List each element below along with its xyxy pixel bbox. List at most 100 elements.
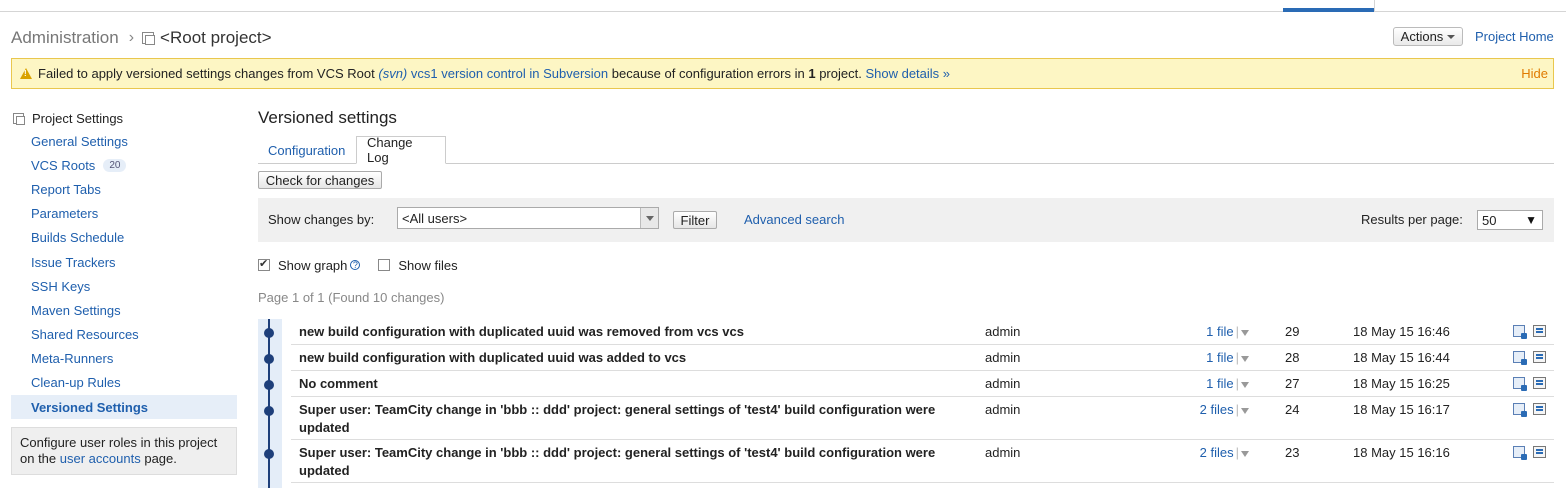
files-count[interactable]: 1 file bbox=[1206, 324, 1233, 339]
sidebar-item-vcs-roots[interactable]: VCS Roots 20 bbox=[11, 153, 237, 177]
show-details-link[interactable]: Show details » bbox=[865, 66, 950, 81]
change-description[interactable]: No comment bbox=[299, 375, 959, 393]
sidebar-item-cleanup-rules[interactable]: Clean-up Rules bbox=[11, 371, 237, 395]
top-nav-tab[interactable] bbox=[1374, 0, 1566, 12]
files-dropdown-icon[interactable] bbox=[1241, 407, 1249, 414]
download-settings-icon[interactable] bbox=[1513, 377, 1527, 391]
change-files[interactable]: 1 file | bbox=[1161, 376, 1249, 391]
graph-node[interactable] bbox=[264, 449, 274, 459]
view-diff-icon[interactable] bbox=[1533, 377, 1546, 389]
files-count[interactable]: 1 file bbox=[1206, 376, 1233, 391]
sidebar-item-label: Maven Settings bbox=[31, 302, 121, 318]
top-nav-active-tab[interactable] bbox=[1283, 8, 1374, 12]
help-icon[interactable]: ? bbox=[350, 260, 361, 270]
change-description[interactable]: new build configuration with duplicated … bbox=[299, 349, 959, 367]
user-accounts-link[interactable]: user accounts bbox=[60, 451, 141, 466]
graph-line bbox=[268, 319, 270, 488]
change-files[interactable]: 1 file | bbox=[1161, 324, 1249, 339]
change-description[interactable]: Super user: TeamCity change in 'bbb :: d… bbox=[299, 444, 959, 480]
sidebar-item-label: SSH Keys bbox=[31, 278, 91, 294]
sidebar-item-parameters[interactable]: Parameters bbox=[11, 202, 237, 226]
download-settings-icon[interactable] bbox=[1513, 351, 1527, 365]
change-row[interactable]: new build configuration with duplicated … bbox=[291, 345, 1554, 371]
show-changes-by-label: Show changes by: bbox=[268, 212, 375, 227]
change-graph bbox=[258, 319, 282, 488]
sidebar-item-label: Parameters bbox=[31, 206, 99, 222]
download-settings-icon[interactable] bbox=[1513, 325, 1527, 339]
vcs-root-link[interactable]: vcs1 version control in Subversion bbox=[411, 66, 608, 81]
view-diff-icon[interactable] bbox=[1533, 403, 1546, 415]
sidebar-item-meta-runners[interactable]: Meta-Runners bbox=[11, 347, 237, 371]
sidebar-item-ssh-keys[interactable]: SSH Keys bbox=[11, 274, 237, 298]
dropdown-arrow-icon: ▼ bbox=[1525, 213, 1537, 227]
sidebar-item-issue-trackers[interactable]: Issue Trackers bbox=[11, 250, 237, 274]
sidebar-item-general-settings[interactable]: General Settings bbox=[11, 129, 237, 153]
sidebar-item-label: Builds Schedule bbox=[31, 230, 125, 246]
download-settings-icon[interactable] bbox=[1513, 446, 1527, 460]
project-home-link[interactable]: Project Home bbox=[1475, 29, 1554, 44]
breadcrumb-root-project[interactable]: <Root project> bbox=[160, 28, 272, 48]
hide-link[interactable]: Hide bbox=[1521, 66, 1548, 81]
actions-button[interactable]: Actions bbox=[1393, 27, 1463, 46]
view-diff-icon[interactable] bbox=[1533, 351, 1546, 363]
show-files-label: Show files bbox=[398, 257, 458, 273]
actions-label: Actions bbox=[1400, 29, 1444, 44]
advanced-search-link[interactable]: Advanced search bbox=[744, 212, 844, 227]
files-count[interactable]: 1 file bbox=[1206, 350, 1233, 365]
breadcrumb-administration[interactable]: Administration bbox=[11, 28, 119, 48]
sidebar-item-builds-schedule[interactable]: Builds Schedule bbox=[11, 226, 237, 250]
sidebar-item-report-tabs[interactable]: Report Tabs bbox=[11, 177, 237, 201]
tab-change-log[interactable]: Change Log bbox=[356, 135, 446, 165]
show-files-checkbox[interactable] bbox=[378, 259, 391, 271]
sidebar-item-label: Versioned Settings bbox=[31, 399, 149, 415]
sidebar-item-versioned-settings[interactable]: Versioned Settings bbox=[11, 395, 237, 420]
chevron-down-icon bbox=[1447, 34, 1456, 39]
change-row[interactable]: new build configuration with duplicated … bbox=[291, 319, 1554, 345]
change-user: admin bbox=[985, 402, 1021, 417]
warning-count: 1 bbox=[808, 66, 816, 81]
change-row[interactable]: Super user: TeamCity change in 'bbb :: d… bbox=[291, 397, 1554, 440]
sidebar-item-label: General Settings bbox=[31, 133, 128, 149]
files-dropdown-icon[interactable] bbox=[1241, 329, 1249, 336]
filter-button[interactable]: Filter bbox=[673, 211, 717, 229]
page-info: Page 1 of 1 (Found 10 changes) bbox=[258, 290, 445, 305]
graph-node[interactable] bbox=[264, 406, 274, 416]
files-dropdown-icon[interactable] bbox=[1241, 450, 1249, 457]
change-revision: 29 bbox=[1285, 324, 1300, 339]
files-dropdown-icon[interactable] bbox=[1241, 381, 1249, 388]
change-files[interactable]: 2 files | bbox=[1161, 402, 1249, 417]
check-for-changes-button[interactable]: Check for changes bbox=[258, 171, 382, 189]
project-icon bbox=[142, 32, 156, 45]
view-diff-icon[interactable] bbox=[1533, 446, 1546, 458]
change-files[interactable]: 2 files | bbox=[1161, 445, 1249, 460]
change-row[interactable]: Super user: TeamCity change in 'bbb :: d… bbox=[291, 440, 1554, 483]
row-actions bbox=[1513, 446, 1546, 460]
files-count[interactable]: 2 files bbox=[1200, 445, 1234, 460]
change-description[interactable]: Super user: TeamCity change in 'bbb :: d… bbox=[299, 401, 959, 437]
results-per-page-select[interactable]: 50 ▼ bbox=[1477, 210, 1543, 230]
show-graph-checkbox[interactable] bbox=[258, 257, 270, 271]
sidebar-item-label: VCS Roots bbox=[31, 157, 96, 173]
graph-node[interactable] bbox=[264, 328, 274, 338]
graph-node[interactable] bbox=[264, 380, 274, 390]
sidebar-item-maven-settings[interactable]: Maven Settings bbox=[11, 298, 237, 322]
tab-configuration[interactable]: Configuration bbox=[258, 136, 355, 164]
sidebar: Project Settings General Settings VCS Ro… bbox=[11, 107, 237, 476]
warning-banner: Failed to apply versioned settings chang… bbox=[11, 58, 1554, 89]
change-description[interactable]: new build configuration with duplicated … bbox=[299, 323, 959, 341]
change-user: admin bbox=[985, 324, 1021, 339]
graph-node[interactable] bbox=[264, 354, 274, 364]
change-row[interactable]: No comment admin 1 file | 27 18 May 15 16… bbox=[291, 371, 1554, 397]
users-select[interactable]: <All users> bbox=[397, 207, 659, 229]
change-revision: 28 bbox=[1285, 350, 1300, 365]
change-files[interactable]: 1 file | bbox=[1161, 350, 1249, 365]
files-count[interactable]: 2 files bbox=[1200, 402, 1234, 417]
view-diff-icon[interactable] bbox=[1533, 325, 1546, 337]
files-dropdown-icon[interactable] bbox=[1241, 355, 1249, 362]
note-suffix: page. bbox=[144, 451, 177, 467]
download-settings-icon[interactable] bbox=[1513, 403, 1527, 417]
filter-bar: Show changes by: <All users> Filter Adva… bbox=[258, 198, 1554, 242]
sidebar-item-shared-resources[interactable]: Shared Resources bbox=[11, 323, 237, 347]
count-badge: 20 bbox=[103, 158, 127, 172]
chevron-down-icon[interactable] bbox=[640, 208, 658, 228]
